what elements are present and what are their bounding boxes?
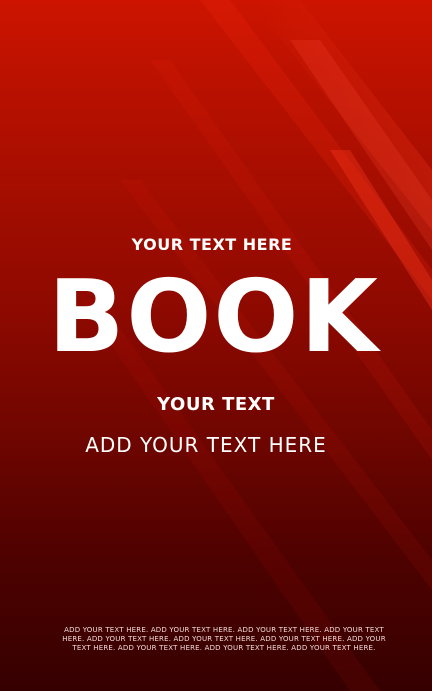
cover-fine-print: ADD YOUR TEXT HERE. ADD YOUR TEXT HERE. … xyxy=(62,626,386,652)
cover-tagline: ADD YOUR TEXT HERE xyxy=(85,433,327,457)
book-cover: YOUR TEXT HERE BOOK YOUR TEXT ADD YOUR T… xyxy=(0,0,432,691)
cover-subtitle: YOUR TEXT xyxy=(157,394,275,415)
cover-title: BOOK xyxy=(48,258,380,375)
cover-top-line: YOUR TEXT HERE xyxy=(131,235,293,254)
